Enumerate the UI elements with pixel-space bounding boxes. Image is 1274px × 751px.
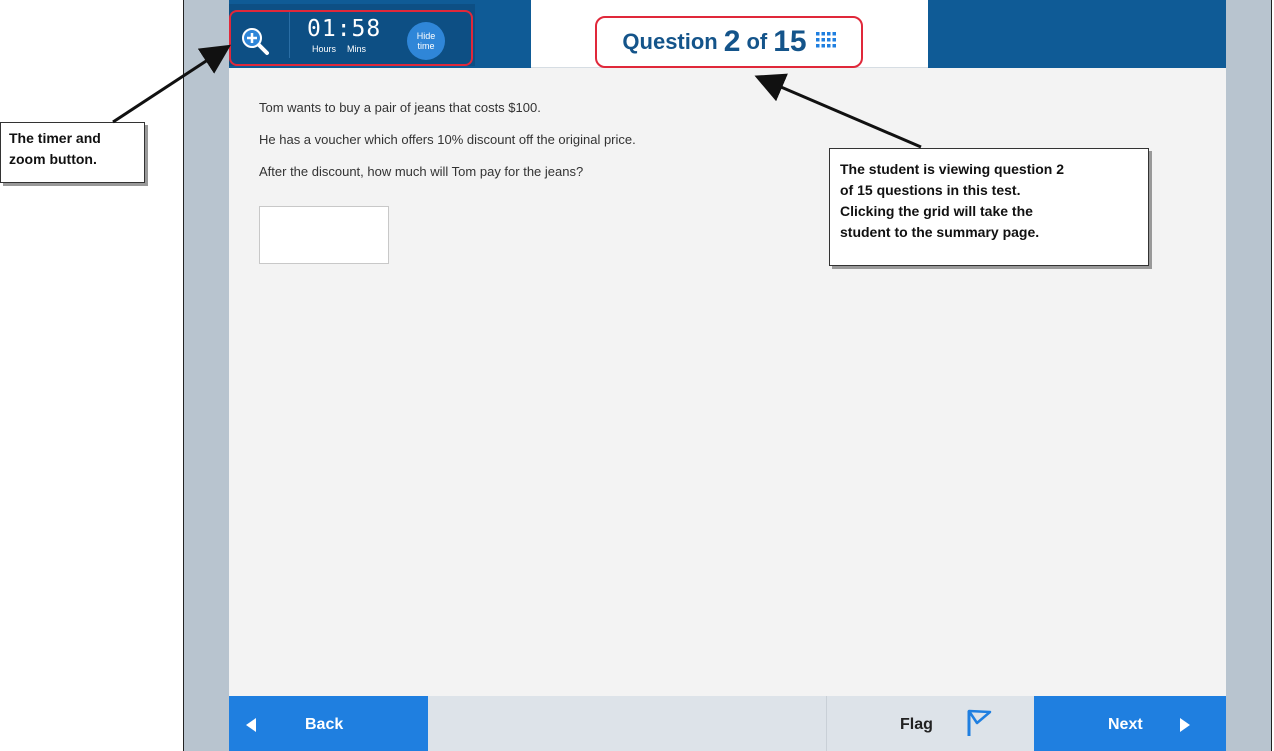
triangle-right-icon xyxy=(1180,718,1190,732)
question-counter-of: of xyxy=(746,29,768,54)
back-button[interactable]: Back xyxy=(229,696,428,751)
question-total-number: 15 xyxy=(773,25,807,58)
flag-button-label: Flag xyxy=(900,716,933,733)
flag-button[interactable]: Flag xyxy=(826,696,1034,751)
question-counter: Question 2 of 15 xyxy=(595,16,863,68)
callout-question-line-1: The student is viewing question 2 xyxy=(840,161,1065,177)
triangle-left-icon xyxy=(246,718,256,732)
back-button-label: Back xyxy=(305,716,344,733)
question-counter-prefix: Question xyxy=(622,29,718,54)
callout-timer-line-1: The timer and xyxy=(9,130,101,146)
question-text-line-1: Tom wants to buy a pair of jeans that co… xyxy=(259,100,541,115)
question-text-line-2: He has a voucher which offers 10% discou… xyxy=(259,132,636,147)
question-current-number: 2 xyxy=(723,25,741,58)
callout-timer-line-2: zoom button. xyxy=(9,151,97,167)
callout-question-line-3: Clicking the grid will take the xyxy=(840,203,1033,219)
callout-question-line-2: of 15 questions in this test. xyxy=(840,182,1021,198)
callout-timer-zoom: The timer and zoom button. xyxy=(0,122,145,183)
callout-question-counter: The student is viewing question 2 of 15 … xyxy=(829,148,1149,266)
answer-input[interactable] xyxy=(259,206,389,264)
callout-question-line-4: student to the summary page. xyxy=(840,224,1040,240)
flag-icon xyxy=(967,709,992,736)
grid-icon xyxy=(815,31,836,47)
question-grid-button[interactable] xyxy=(815,31,836,53)
timer-highlight-outline xyxy=(229,10,473,66)
question-text-line-3: After the discount, how much will Tom pa… xyxy=(259,164,584,179)
next-button[interactable]: Next xyxy=(1034,696,1226,751)
next-button-label: Next xyxy=(1108,716,1143,733)
